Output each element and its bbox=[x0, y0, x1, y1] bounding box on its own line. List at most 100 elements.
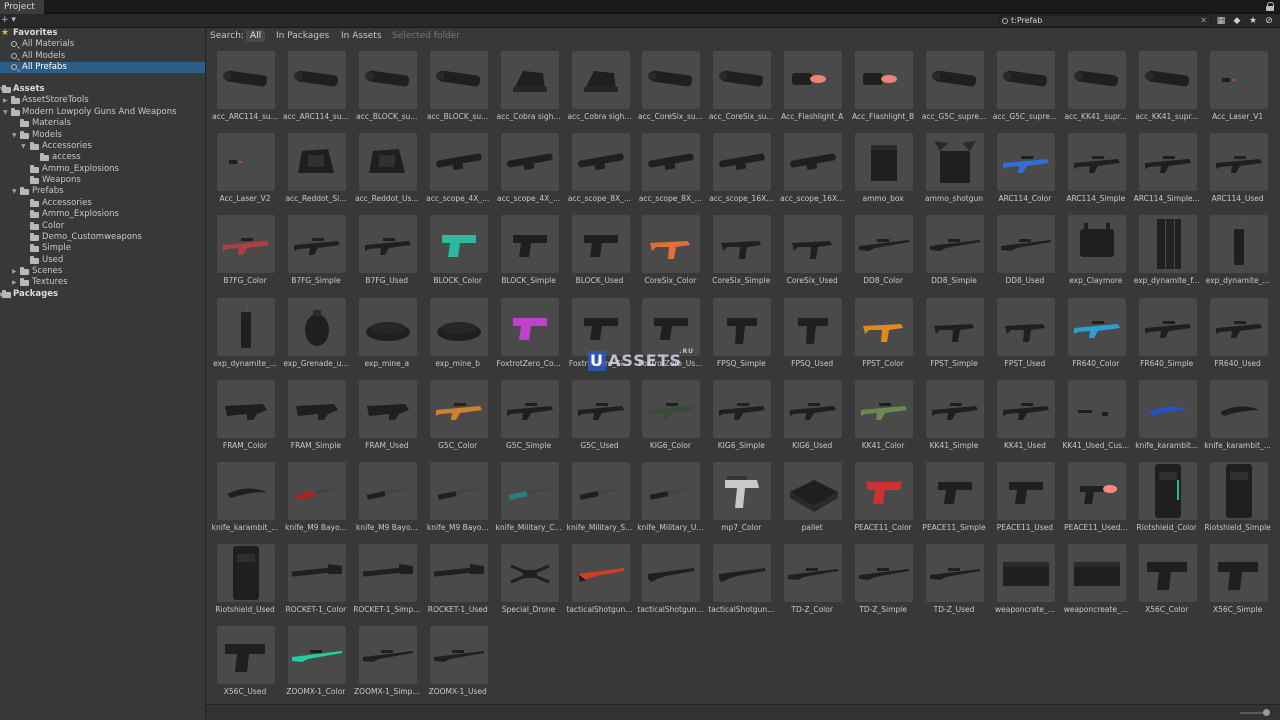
asset-tile[interactable]: FPST_Simple bbox=[923, 297, 985, 378]
asset-tile[interactable]: ARC114_Color bbox=[994, 133, 1056, 213]
asset-tile[interactable]: KIG6_Color bbox=[639, 379, 701, 460]
asset-tile[interactable]: knife_karambit... bbox=[1135, 379, 1198, 460]
tree-item-color[interactable]: Color bbox=[0, 221, 205, 232]
tree-item-prefabs[interactable]: ▼ Prefabs bbox=[0, 186, 205, 197]
asset-tile[interactable]: ZOOMX-1_Simp... bbox=[354, 626, 420, 706]
asset-tile[interactable]: CoreSix_Color bbox=[639, 215, 701, 295]
asset-tile[interactable]: FPSQ_Simple bbox=[710, 297, 772, 378]
asset-tile[interactable]: exp_dynamite_... bbox=[213, 297, 277, 378]
asset-tile[interactable]: tacticalShotgun... bbox=[567, 544, 632, 624]
asset-tile[interactable]: weaponcrate_... bbox=[994, 544, 1056, 624]
asset-tile[interactable]: acc_scope_8X_... bbox=[639, 133, 702, 213]
favorite-star-icon[interactable]: ★ bbox=[1247, 15, 1259, 27]
tree-item-scenes[interactable]: ▶ Scenes bbox=[0, 266, 205, 277]
asset-tile[interactable]: Special_Drone bbox=[498, 544, 560, 624]
asset-tile[interactable]: acc_scope_16X... bbox=[709, 133, 773, 213]
scope-selected-folder[interactable]: Selected folder bbox=[388, 30, 464, 42]
favorites-header[interactable]: ★ Favorites bbox=[0, 28, 205, 39]
asset-tile[interactable]: FPST_Used bbox=[994, 297, 1056, 378]
asset-tile[interactable]: knife_Military_U... bbox=[637, 462, 704, 542]
asset-tile[interactable]: exp_dynamite_f... bbox=[1134, 215, 1200, 295]
asset-tile[interactable]: knife_Military_S... bbox=[567, 462, 632, 542]
chevron-down-icon[interactable]: ▼ bbox=[21, 141, 28, 152]
tree-item-simple[interactable]: Simple bbox=[0, 243, 205, 254]
asset-tile[interactable]: ROCKET-1_Color bbox=[285, 544, 347, 624]
asset-tile[interactable]: acc_Cobra sigh... bbox=[497, 51, 561, 131]
asset-tile[interactable]: X56C_Color bbox=[1136, 544, 1198, 624]
tree-item-textures[interactable]: ▶ Textures bbox=[0, 277, 205, 288]
chevron-down-icon[interactable]: ▼ bbox=[3, 107, 10, 118]
asset-tile[interactable]: B7FG_Used bbox=[356, 215, 418, 295]
asset-tile[interactable]: KK41_Color bbox=[852, 379, 914, 460]
asset-tile[interactable]: ARC114_Simple bbox=[1065, 133, 1127, 213]
lock-icon[interactable] bbox=[1266, 2, 1274, 11]
asset-tile[interactable]: Acc_Laser_V2 bbox=[214, 133, 276, 213]
asset-tile[interactable]: FR640_Color bbox=[1065, 297, 1127, 378]
asset-tile[interactable]: ammo_shotgun bbox=[923, 133, 985, 213]
asset-tile[interactable]: Riotshield_Color bbox=[1136, 462, 1198, 542]
asset-tile[interactable]: exp_Claymore bbox=[1065, 215, 1127, 295]
assets-root[interactable]: ▼ Assets bbox=[0, 84, 205, 95]
asset-tile[interactable]: ROCKET-1_Used bbox=[427, 544, 489, 624]
asset-tile[interactable]: Acc_Flashlight_B bbox=[852, 51, 914, 131]
asset-tile[interactable]: DD8_Color bbox=[852, 215, 914, 295]
search-input[interactable]: t:Prefab ✕ bbox=[998, 15, 1212, 27]
asset-tile[interactable]: Acc_Laser_V1 bbox=[1207, 51, 1269, 131]
project-tab[interactable]: Project bbox=[0, 0, 44, 14]
asset-tile[interactable]: acc_Reddot_Si... bbox=[285, 133, 347, 213]
asset-tile[interactable]: acc_Cobra sigh... bbox=[568, 51, 631, 131]
asset-tile[interactable]: knife_M9 Bayo... bbox=[427, 462, 489, 542]
asset-tile[interactable]: FRAM_Used bbox=[356, 379, 418, 460]
asset-tile[interactable]: BLOCK_Color bbox=[427, 215, 489, 295]
asset-tile[interactable]: acc_ARC114_su... bbox=[212, 51, 278, 131]
asset-tile[interactable]: CoreSix_Used bbox=[781, 215, 843, 295]
asset-tile[interactable]: exp_Grenade_u... bbox=[283, 297, 348, 378]
asset-tile[interactable]: acc_BLOCK_su... bbox=[427, 51, 489, 131]
asset-tile[interactable]: acc_CoreSix_su... bbox=[638, 51, 703, 131]
asset-tile[interactable]: DD8_Used bbox=[994, 215, 1056, 295]
create-dropdown-button[interactable]: + ▾ bbox=[0, 14, 18, 27]
tree-item-assetstoretools[interactable]: ▶ AssetStoreTools bbox=[0, 95, 205, 106]
tree-item-demo-customweapons[interactable]: Demo_Customweapons bbox=[0, 232, 205, 243]
asset-tile[interactable]: acc_G5C_supre... bbox=[922, 51, 986, 131]
favorite-all-materials[interactable]: All Materials bbox=[0, 39, 205, 50]
packages-root[interactable]: ▶ Packages bbox=[0, 289, 205, 300]
asset-tile[interactable]: KK41_Simple bbox=[923, 379, 985, 460]
asset-tile[interactable]: acc_CoreSix_su... bbox=[709, 51, 774, 131]
asset-tile[interactable]: ZOOMX-1_Used bbox=[427, 626, 489, 706]
zoom-slider-handle[interactable] bbox=[1263, 709, 1270, 716]
tree-item-access[interactable]: access bbox=[0, 152, 205, 163]
asset-tile[interactable]: KK41_Used bbox=[994, 379, 1056, 460]
asset-tile[interactable]: FR640_Simple bbox=[1136, 297, 1198, 378]
asset-tile[interactable]: BLOCK_Used bbox=[569, 215, 631, 295]
asset-tile[interactable]: exp_mine_b bbox=[427, 297, 489, 378]
asset-tile[interactable]: weaponcreate_... bbox=[1064, 544, 1128, 624]
asset-tile[interactable]: B7FG_Color bbox=[214, 215, 276, 295]
asset-tile[interactable]: X56C_Simple bbox=[1207, 544, 1269, 624]
asset-tile[interactable]: PEACE11_Used... bbox=[1064, 462, 1128, 542]
asset-tile[interactable]: acc_ARC114_su... bbox=[283, 51, 349, 131]
asset-tile[interactable]: FPSQ_Used bbox=[781, 297, 843, 378]
asset-tile[interactable]: B7FG_Simple bbox=[285, 215, 347, 295]
asset-tile[interactable]: G5C_Used bbox=[569, 379, 631, 460]
scene-filter-icon[interactable]: ▦ bbox=[1215, 15, 1227, 27]
tree-item-models-ammo[interactable]: Ammo_Explosions bbox=[0, 164, 205, 175]
chevron-right-icon[interactable]: ▶ bbox=[3, 95, 10, 106]
chevron-down-icon[interactable]: ▼ bbox=[12, 186, 19, 197]
asset-tile[interactable]: knife_M9 Bayo... bbox=[356, 462, 418, 542]
asset-tile[interactable]: acc_scope_4X_... bbox=[426, 133, 489, 213]
asset-tile[interactable]: acc_Reddot_Us... bbox=[355, 133, 419, 213]
asset-tile[interactable]: tacticalShotgun... bbox=[637, 544, 703, 624]
asset-tile[interactable]: mp7_Color bbox=[710, 462, 772, 542]
tree-item-prefabs-ammo[interactable]: Ammo_Explosions bbox=[0, 209, 205, 220]
tree-item-prefabs-accessories[interactable]: Accessories bbox=[0, 198, 205, 209]
asset-tile[interactable]: acc_scope_4X_... bbox=[497, 133, 560, 213]
asset-tile[interactable]: exp_mine_a bbox=[356, 297, 418, 378]
favorite-all-models[interactable]: All Models bbox=[0, 51, 205, 62]
asset-tile[interactable]: FRAM_Color bbox=[214, 379, 276, 460]
asset-tile[interactable]: X56C_Used bbox=[214, 626, 276, 706]
asset-tile[interactable]: KK41_Used_Cus... bbox=[1062, 379, 1129, 460]
asset-tile[interactable]: ARC114_Used bbox=[1207, 133, 1269, 213]
asset-tile[interactable]: knife_M9 Bayo... bbox=[285, 462, 347, 542]
asset-tile[interactable]: TD-Z_Used bbox=[923, 544, 985, 624]
